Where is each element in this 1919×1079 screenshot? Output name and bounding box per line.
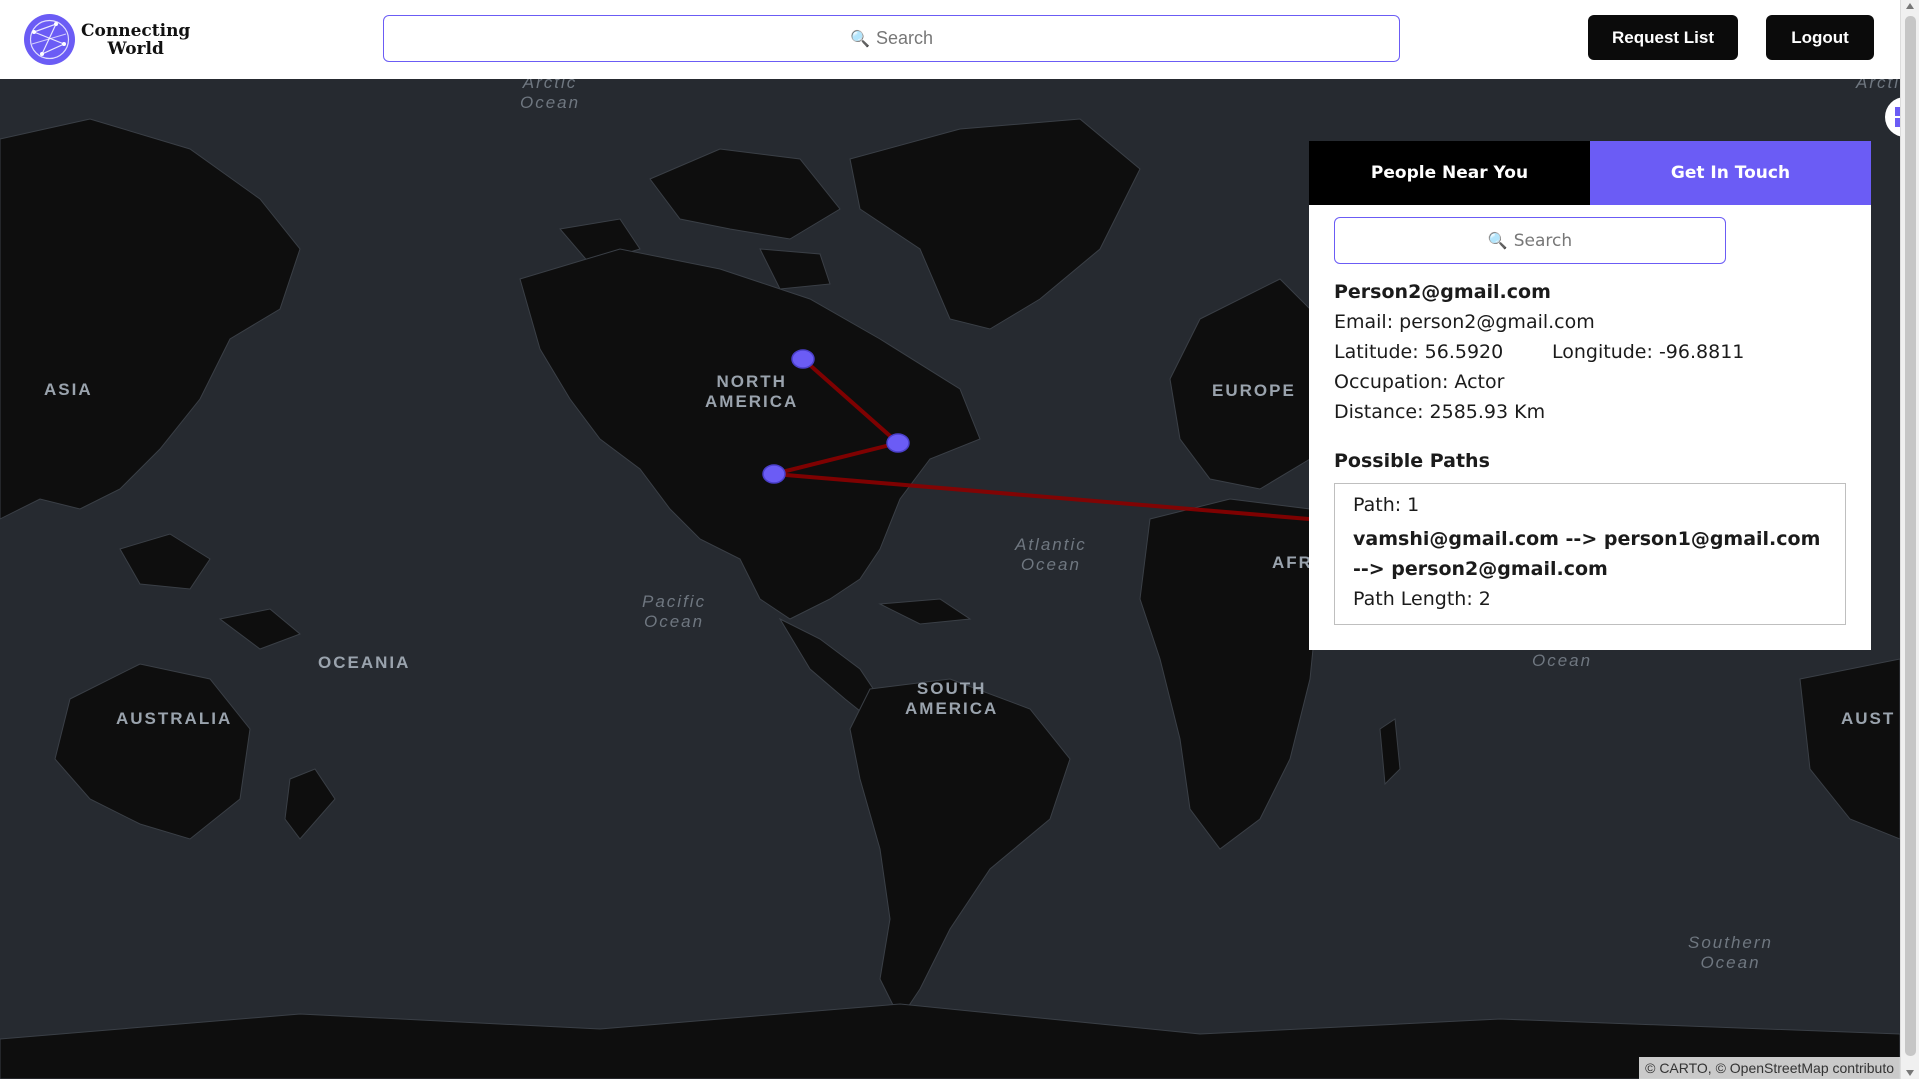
search-icon: 🔍 xyxy=(1487,231,1508,250)
search-icon: 🔍 xyxy=(850,30,870,48)
tab-get-in-touch[interactable]: Get In Touch xyxy=(1590,141,1871,205)
app-name: Connecting World xyxy=(81,22,190,58)
southeast-asia-islands xyxy=(119,533,301,650)
page-scrollbar[interactable] xyxy=(1900,0,1919,1079)
new-zealand-landmass xyxy=(284,768,336,840)
path-length: Path Length: 2 xyxy=(1353,588,1491,610)
label-southern-line1: Southern xyxy=(1688,933,1773,952)
label-oceania: OCEANIA xyxy=(318,653,411,672)
path-route: vamshi@gmail.com --> person1@gmail.com -… xyxy=(1353,528,1821,580)
label-south-america: SOUTH AMERICA xyxy=(905,679,998,719)
global-search-placeholder: Search xyxy=(875,28,933,48)
person-marker xyxy=(886,433,910,453)
global-search-input[interactable]: 🔍 Search xyxy=(383,15,1400,62)
label-atlantic-line1: Atlantic xyxy=(1015,535,1087,554)
scroll-down-arrow-icon[interactable] xyxy=(1906,1070,1914,1076)
label-asia: ASIA xyxy=(44,380,93,399)
label-southern-ocean: Southern Ocean xyxy=(1688,933,1773,973)
person-marker xyxy=(791,349,815,369)
label-atlantic-ocean: Atlantic Ocean xyxy=(1015,535,1087,575)
label-indian-ocean: Ocean xyxy=(1532,651,1593,670)
antarctica-landmass xyxy=(0,1003,1900,1079)
label-south-america-line1: SOUTH xyxy=(916,679,987,698)
greenland-landmass xyxy=(849,118,1141,330)
app-name-line2: World xyxy=(107,38,164,59)
label-south-america-line2: AMERICA xyxy=(905,699,999,718)
panel-search-placeholder: Search xyxy=(1513,230,1573,251)
path-card: Path: 1 vamshi@gmail.com --> person1@gma… xyxy=(1334,483,1846,625)
path-number: Path: 1 xyxy=(1353,494,1420,516)
person-occupation: Occupation: Actor xyxy=(1334,371,1505,393)
person-title: Person2@gmail.com xyxy=(1334,281,1551,303)
panel-search-input[interactable]: 🔍 Search xyxy=(1334,217,1726,264)
australia-landmass xyxy=(54,663,251,840)
logout-button[interactable]: Logout xyxy=(1766,15,1874,60)
label-arctic-line1: Arctic xyxy=(522,79,578,92)
label-north-america-line1: NORTH xyxy=(716,372,787,391)
label-australia: AUSTRALIA xyxy=(116,709,233,728)
get-in-touch-panel: People Near You Get In Touch 🔍 Search Pe… xyxy=(1309,141,1871,650)
label-pacific-ocean: Pacific Ocean xyxy=(642,592,706,632)
label-southern-line2: Ocean xyxy=(1700,953,1761,972)
scroll-up-arrow-icon[interactable] xyxy=(1906,3,1914,9)
south-america-landmass xyxy=(849,678,1071,1020)
label-north-america: NORTH AMERICA xyxy=(705,372,798,412)
person-latitude: Latitude: 56.5920 xyxy=(1334,341,1504,363)
map-attribution[interactable]: © CARTO, © OpenStreetMap contributo xyxy=(1639,1057,1900,1079)
australia-right-landmass xyxy=(1799,658,1900,840)
request-list-button[interactable]: Request List xyxy=(1588,15,1738,60)
person-distance: Distance: 2585.93 Km xyxy=(1334,401,1546,423)
label-australia-right: AUST xyxy=(1841,709,1896,728)
label-pacific-line2: Ocean xyxy=(643,612,705,631)
label-africa: AFR xyxy=(1272,553,1313,572)
tab-people-near-you[interactable]: People Near You xyxy=(1309,141,1590,205)
person-email: Email: person2@gmail.com xyxy=(1334,311,1595,333)
north-america-landmass xyxy=(519,248,981,620)
top-navbar: Connecting World 🔍 Search Request List L… xyxy=(0,0,1900,79)
panel-tabs: People Near You Get In Touch xyxy=(1309,141,1871,205)
person-longitude: Longitude: -96.8811 xyxy=(1552,341,1745,363)
app-name-line1: Connecting xyxy=(81,20,191,41)
label-arctic-ocean: Arctic Ocean xyxy=(520,79,580,113)
label-arctic-line2: Ocean xyxy=(520,93,581,112)
caribbean-islands xyxy=(878,598,972,625)
asia-landmass xyxy=(0,118,301,520)
label-europe: EUROPE xyxy=(1212,381,1296,400)
globe-network-icon xyxy=(24,14,75,65)
label-north-america-line2: AMERICA xyxy=(705,392,799,411)
madagascar-landmass xyxy=(1379,718,1401,786)
possible-paths-heading: Possible Paths xyxy=(1334,450,1490,472)
scrollbar-thumb[interactable] xyxy=(1905,16,1916,1056)
africa-landmass xyxy=(1139,498,1321,850)
app-logo[interactable]: Connecting World xyxy=(24,14,190,65)
label-arctic-ocean-right: Arcti xyxy=(1856,79,1900,92)
label-pacific-line1: Pacific xyxy=(642,592,707,611)
label-atlantic-line2: Ocean xyxy=(1020,555,1081,574)
person-marker xyxy=(762,464,786,484)
